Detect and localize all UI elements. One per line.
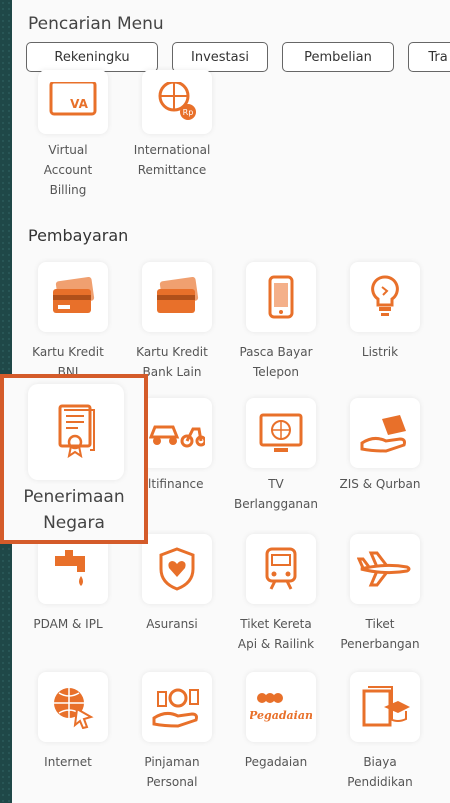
menu-item-label: ZIS & Qurban	[339, 477, 421, 491]
menu-item-label: Virtual Account Billing	[43, 143, 93, 197]
menu-item-label: Pasca Bayar Telepon	[239, 345, 313, 379]
menu-item-kartu-kredit-bni[interactable]: Kartu Kredit BNI	[16, 262, 120, 392]
menu-item-label: Biaya Pendidikan	[347, 755, 413, 789]
menu-item-label: International Remittance	[133, 143, 211, 177]
svg-text:VA: VA	[70, 97, 88, 111]
chip-investasi[interactable]: Investasi	[172, 42, 268, 72]
menu-item-tiket-kereta[interactable]: Tiket Kereta Api & Railink	[224, 534, 328, 664]
menu-item-virtual-account[interactable]: VA Virtual Account Billing	[16, 70, 120, 200]
menu-item-kartu-kredit-bank-lain[interactable]: Kartu Kredit Bank Lain	[120, 262, 224, 392]
section-title-pembayaran: Pembayaran	[28, 226, 129, 245]
globe-money-icon: Rp	[142, 70, 212, 134]
menu-item-label: Pinjaman Personal	[144, 755, 200, 789]
menu-item-tiket-penerbangan[interactable]: Tiket Penerbangan	[328, 534, 432, 664]
svg-text:Pegadaian: Pegadaian	[250, 709, 312, 722]
menu-item-pinjaman-personal[interactable]: Pinjaman Personal	[120, 672, 224, 802]
phone-icon	[246, 262, 316, 332]
chip-transfer[interactable]: Tra	[408, 42, 450, 72]
menu-item-zis-qurban[interactable]: ZIS & Qurban	[328, 398, 432, 528]
menu-item-label: TV Berlangganan	[234, 477, 318, 511]
menu-item-internet[interactable]: Internet	[16, 672, 120, 802]
menu-item-label: Internet	[44, 755, 92, 769]
page-title: Pencarian Menu	[28, 14, 164, 34]
menu-item-label: Listrik	[361, 345, 399, 359]
hand-heart-icon	[350, 398, 420, 468]
menu-item-pasca-bayar[interactable]: Pasca Bayar Telepon	[224, 262, 328, 392]
menu-item-label: Tiket Kereta Api & Railink	[237, 617, 315, 651]
train-icon	[246, 534, 316, 604]
menu-item-asuransi[interactable]: Asuransi	[120, 534, 224, 664]
menu-item-label: Asuransi	[146, 617, 198, 631]
graduation-book-icon	[350, 672, 420, 742]
shield-heart-icon	[142, 534, 212, 604]
menu-item-international-remittance[interactable]: Rp International Remittance	[120, 70, 224, 200]
menu-item-pdam-ipl[interactable]: PDAM & IPL	[16, 534, 120, 664]
tv-icon	[246, 398, 316, 468]
menu-item-label: Tiket Penerbangan	[340, 617, 420, 651]
menu-item-tv-berlangganan[interactable]: TV Berlangganan	[224, 398, 328, 528]
certificate-icon	[28, 384, 124, 480]
vehicle-icon	[142, 398, 212, 468]
menu-item-biaya-pendidikan[interactable]: Biaya Pendidikan	[328, 672, 432, 802]
menu-item-label: Pegadaian	[244, 755, 308, 769]
faucet-icon	[38, 534, 108, 604]
menu-item-listrik[interactable]: Listrik	[328, 262, 432, 392]
credit-card-icon	[38, 262, 108, 332]
credit-card-icon	[142, 262, 212, 332]
chip-pembelian[interactable]: Pembelian	[282, 42, 394, 72]
hand-coins-icon	[142, 672, 212, 742]
chip-rekeningku[interactable]: Rekeningku	[26, 42, 158, 72]
svg-text:Rp: Rp	[183, 108, 194, 117]
menu-item-pegadaian[interactable]: Pegadaian Pegadaian	[224, 672, 328, 802]
menu-item-label: PDAM & IPL	[33, 617, 103, 631]
airplane-icon	[350, 534, 420, 604]
menu-item-label: Penerimaan Negara	[23, 487, 125, 533]
pegadaian-logo-icon: Pegadaian	[246, 672, 316, 742]
menu-item-penerimaan-negara[interactable]: Penerimaan Negara	[0, 374, 148, 544]
globe-cursor-icon	[38, 672, 108, 742]
lightbulb-icon	[350, 262, 420, 332]
va-card-icon: VA	[38, 70, 108, 134]
